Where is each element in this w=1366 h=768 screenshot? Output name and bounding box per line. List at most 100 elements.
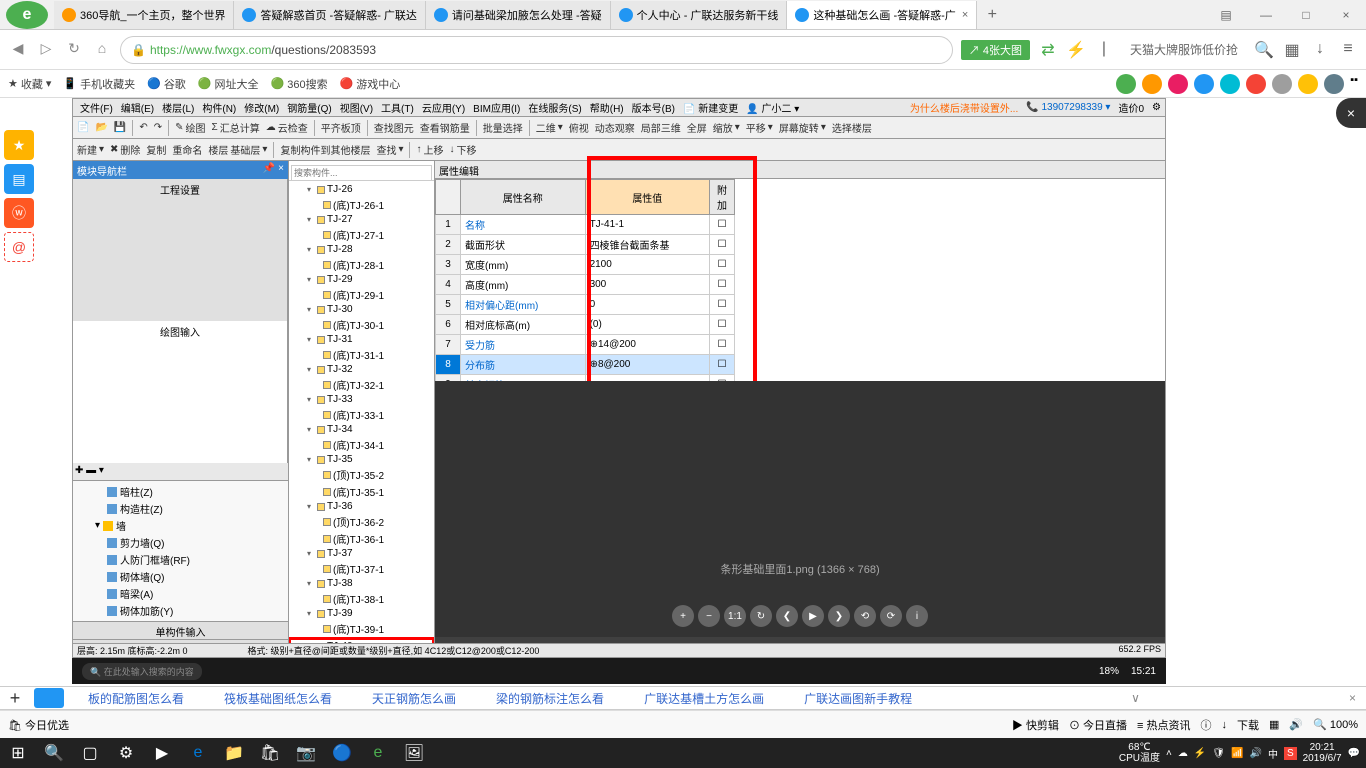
settings-icon[interactable]: ⚙ [1152,102,1161,113]
notifications-icon[interactable]: 💬 [1348,748,1360,759]
live-today[interactable]: ⊙ 今日直播 [1069,717,1127,733]
nav-tree[interactable]: 暗柱(Z) 构造柱(Z) ▾ 墙 剪力墙(Q) 人防门框墙(RF) 砌体墙(Q)… [73,481,288,621]
component-child[interactable]: (底)TJ-34-1 [291,436,432,453]
clock[interactable]: 20:212019/6/7 [1303,742,1342,764]
component-child[interactable]: (底)TJ-38-1 [291,590,432,607]
component-item[interactable]: ▾TJ-33 [291,393,432,406]
component-item[interactable]: ▾TJ-27 [291,213,432,226]
image-count-badge[interactable]: ↗ 4张大图 [961,40,1030,60]
property-row[interactable]: 3宽度(mm)2100☐ [436,255,735,275]
menu-component[interactable]: 构件(N) [199,100,239,115]
menu-tools[interactable]: 工具(T) [378,100,417,115]
star-widget[interactable]: ★ [4,130,34,160]
tray-icon[interactable]: ⚡ [1194,748,1206,759]
start-button[interactable]: ⊞ [0,738,36,768]
component-item[interactable]: ▾TJ-30 [291,303,432,316]
app-icon[interactable]: ⚙ [108,738,144,768]
close-suggestions-button[interactable]: ∨ [1121,691,1150,705]
back-button[interactable]: ◀ [8,40,28,60]
icon4[interactable]: 🔊 [1289,718,1303,731]
menu-help[interactable]: 帮助(H) [587,100,627,115]
component-item[interactable]: ▾TJ-29 [291,273,432,286]
app-icon[interactable]: 📷 [288,738,324,768]
tb-moveup[interactable]: ↑ 上移 [416,142,443,157]
tray-icon[interactable]: 🛡 [1212,748,1225,759]
close-icon[interactable]: × [962,9,968,21]
extension-icon[interactable]: ▦ [1282,40,1302,60]
component-child[interactable]: (底)TJ-37-1 [291,560,432,577]
suggestion-link[interactable]: 广联达基槽土方怎么画 [624,690,784,707]
component-child[interactable]: (底)TJ-32-1 [291,376,432,393]
tb-rename[interactable]: 重命名 [172,142,202,157]
download-icon[interactable]: ↓ [1310,40,1330,60]
component-search-input[interactable] [291,165,432,181]
suggestion-link[interactable]: 梁的钢筋标注怎么看 [476,690,624,707]
suggestion-link[interactable]: 天正钢筋怎么画 [352,690,476,707]
menu-version[interactable]: 版本号(B) [629,100,678,115]
property-row[interactable]: 7受力筋⊕14@200☐ [436,335,735,355]
taskview-button[interactable]: ▢ [72,738,108,768]
tb-new[interactable]: 新建 ▾ [77,142,104,157]
tb-zoom[interactable]: 缩放 ▾ [713,120,740,135]
suggestion-link[interactable]: 板的配筋图怎么看 [68,690,204,707]
tb-redo-icon[interactable]: ↷ [154,122,162,133]
suggestion-link[interactable]: 广联达画图新手教程 [784,690,932,707]
component-child[interactable]: (底)TJ-28-1 [291,256,432,273]
next-button[interactable]: ❯ [828,605,850,627]
prev-button[interactable]: ❮ [776,605,798,627]
icon1[interactable]: ⓘ [1200,717,1211,733]
nav-tab-settings[interactable]: 工程设置 [73,179,288,321]
suggestion-link[interactable]: 筏板基础图纸怎么看 [204,690,352,707]
ad-link[interactable]: 天猫大牌服饰低价抢 [1130,41,1238,58]
zoom-in-button[interactable]: + [672,605,694,627]
tb-movedown[interactable]: ↓ 下移 [449,142,476,157]
ext-icon[interactable] [1272,74,1292,94]
component-child[interactable]: (底)TJ-29-1 [291,286,432,303]
component-item[interactable]: ▾TJ-37 [291,547,432,560]
tray-ime[interactable]: 中 [1268,746,1278,761]
weibo-widget[interactable]: ⓦ [4,198,34,228]
ext-icon[interactable] [1246,74,1266,94]
nav-tab-draw[interactable]: 绘图输入 [73,321,288,463]
property-row[interactable]: 5相对偏心距(mm)0☐ [436,295,735,315]
component-tree[interactable]: ▾TJ-26(底)TJ-26-1▾TJ-27(底)TJ-27-1▾TJ-28(底… [289,181,434,657]
cpu-temp[interactable]: 68℃CPU温度 [1119,742,1160,764]
warning-text[interactable]: 为什么楼后浇带设置外... [910,100,1018,115]
search-icon[interactable]: 🔍 [1254,40,1274,60]
search-engine-icon[interactable] [34,688,64,708]
nav-tab-single[interactable]: 单构件输入 [73,621,288,639]
new-tab-button[interactable]: + [977,6,1007,24]
tray-icon[interactable]: 🔊 [1249,748,1261,759]
fit-button[interactable]: 1:1 [724,605,746,627]
minimize-button[interactable]: — [1246,1,1286,29]
ext-icon[interactable] [1116,74,1136,94]
bookmark-item[interactable]: 🟢 360搜索 [271,76,328,92]
tb-save-icon[interactable]: 💾 [114,122,126,133]
menu-file[interactable]: 文件(F) [77,100,116,115]
component-item[interactable]: ▾TJ-26 [291,183,432,196]
pin-icon[interactable]: 📌 × [263,163,284,177]
browser-logo[interactable]: e [6,1,48,29]
ext-icon[interactable] [1168,74,1188,94]
menu-floor[interactable]: 楼层(L) [159,100,197,115]
property-row[interactable]: 8分布筋⊕8@200☐ [436,355,735,375]
icon2[interactable]: ↓ [1221,719,1227,731]
rotate-button[interactable]: ↻ [750,605,772,627]
quick-edit[interactable]: ▶ 快剪辑 [1012,717,1059,733]
tb-align[interactable]: 平齐板顶 [321,120,361,135]
tb-pan[interactable]: 平移 ▾ [746,120,773,135]
notes-button[interactable]: ▤ [1206,1,1246,29]
component-child[interactable]: (底)TJ-33-1 [291,406,432,423]
tb-undo-icon[interactable]: ↶ [139,122,147,133]
close-button[interactable]: × [1326,1,1366,29]
url-input[interactable]: 🔒 https://www.fwxgx.com/questions/208359… [120,36,953,64]
info-button[interactable]: i [906,605,928,627]
ext-icon[interactable] [1142,74,1162,94]
ext-icon[interactable] [1194,74,1214,94]
tray-icon[interactable]: ☁ [1178,748,1188,759]
bookmark-item[interactable]: 📱 手机收藏夹 [63,76,135,92]
menu-online[interactable]: 在线服务(S) [525,100,584,115]
explorer-icon[interactable]: 📁 [216,738,252,768]
rotate-left-button[interactable]: ⟲ [854,605,876,627]
reload-button[interactable]: ↻ [64,40,84,60]
